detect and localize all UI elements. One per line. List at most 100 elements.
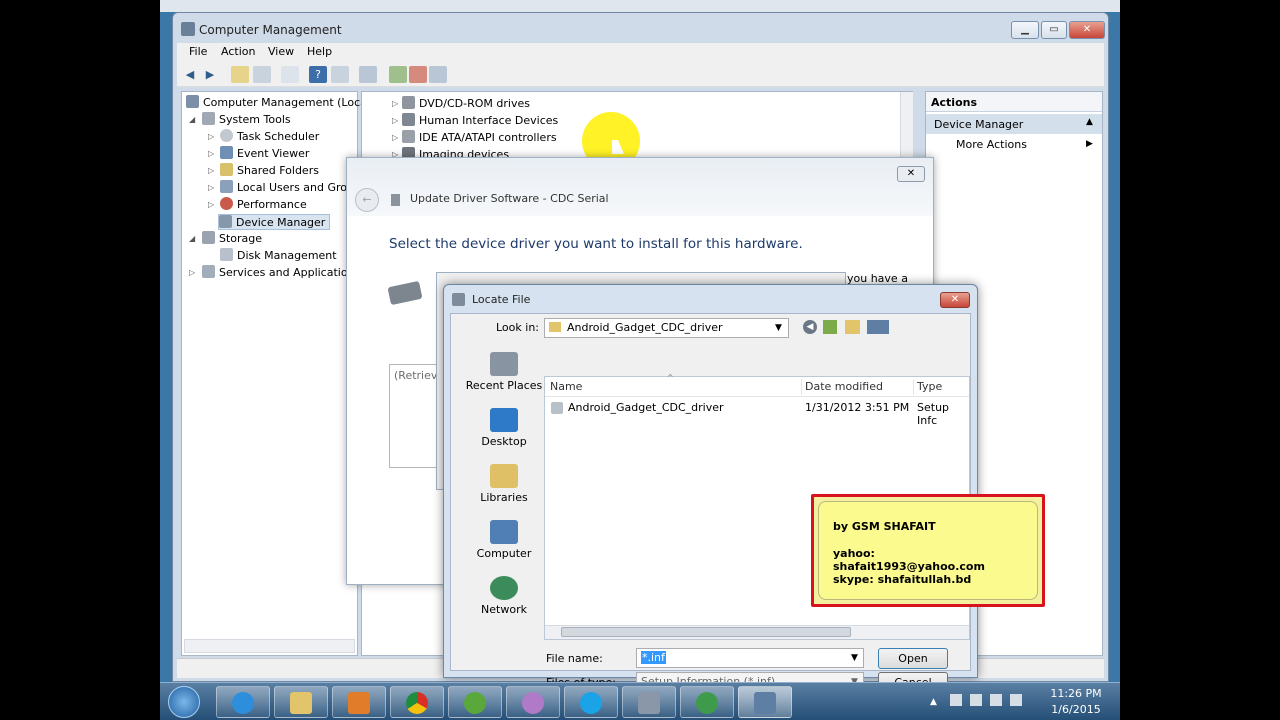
- back-arrow-icon[interactable]: ◀: [181, 66, 199, 83]
- taskbar: ▲: [160, 682, 1120, 720]
- tree-item[interactable]: Task Scheduler: [220, 129, 319, 145]
- menu-action[interactable]: Action: [221, 45, 255, 58]
- horizontal-scrollbar[interactable]: [545, 625, 969, 639]
- device-category[interactable]: IDE ATA/ATAPI controllers: [402, 130, 557, 146]
- file-name-input[interactable]: *.inf ▼: [636, 648, 864, 668]
- services-icon: [202, 265, 215, 278]
- tree-item[interactable]: Performance: [220, 197, 307, 213]
- open-button[interactable]: Open: [878, 648, 948, 669]
- device-category[interactable]: Human Interface Devices: [402, 113, 558, 129]
- menu-file[interactable]: File: [189, 45, 207, 58]
- place-desktop[interactable]: Desktop: [459, 408, 549, 448]
- sort-ascending-icon: ^: [667, 373, 674, 382]
- file-row[interactable]: Android_Gadget_CDC_driver 1/31/2012 3:51…: [545, 399, 969, 427]
- volume-icon[interactable]: [1010, 694, 1022, 706]
- view-icon[interactable]: [331, 66, 349, 83]
- column-name[interactable]: Name: [550, 377, 582, 397]
- properties-icon[interactable]: [281, 66, 299, 83]
- usb-plug-icon: [387, 280, 423, 306]
- model-list[interactable]: (Retrievi: [389, 364, 441, 468]
- show-hidden-icons-icon[interactable]: ▲: [930, 697, 937, 707]
- collapse-arrow-icon[interactable]: ▷: [208, 166, 214, 175]
- start-button[interactable]: [168, 686, 200, 718]
- taskbar-internet-download-manager[interactable]: [680, 686, 734, 718]
- note-line-author: by GSM SHAFAIT: [833, 520, 936, 533]
- more-actions-item[interactable]: More Actions ▶: [956, 138, 1102, 154]
- new-folder-icon[interactable]: [845, 320, 860, 334]
- update-driver-icon[interactable]: [389, 66, 407, 83]
- collapse-arrow-icon[interactable]: ▷: [392, 99, 398, 108]
- file-date: 1/31/2012 3:51 PM: [805, 401, 910, 414]
- menu-help[interactable]: Help: [307, 45, 332, 58]
- dialog-close-button[interactable]: ✕: [897, 166, 925, 182]
- tree-item-label: Task Scheduler: [237, 130, 320, 143]
- tree-item[interactable]: Event Viewer: [220, 146, 309, 162]
- tree-item[interactable]: Local Users and Group: [220, 180, 361, 196]
- up-folder-icon[interactable]: [231, 66, 249, 83]
- tree-item[interactable]: System Tools: [202, 112, 291, 128]
- tree-item[interactable]: Services and Applications: [202, 265, 360, 281]
- minimize-button[interactable]: ▁: [1011, 21, 1039, 39]
- taskbar-device-manager[interactable]: [738, 686, 792, 718]
- author-note-card: by GSM SHAFAIT yahoo: shafait1993@yahoo.…: [818, 501, 1038, 600]
- show-hide-tree-icon[interactable]: [253, 66, 271, 83]
- taskbar-file-explorer[interactable]: [274, 686, 328, 718]
- expand-arrow-icon[interactable]: ◢: [189, 234, 195, 243]
- tools-icon: [202, 112, 215, 125]
- horizontal-scrollbar[interactable]: [184, 639, 355, 653]
- collapse-arrow-icon[interactable]: ▷: [189, 268, 195, 277]
- taskbar-media-player[interactable]: [332, 686, 386, 718]
- collapse-arrow-icon[interactable]: ▷: [208, 149, 214, 158]
- tree-item-device-manager[interactable]: Device Manager: [218, 214, 331, 230]
- maximize-button[interactable]: ▭: [1041, 21, 1067, 39]
- expand-arrow-icon[interactable]: ◢: [189, 115, 195, 124]
- network-status-icon[interactable]: [990, 694, 1002, 706]
- back-icon[interactable]: ◀: [803, 320, 817, 334]
- place-label: Computer: [476, 547, 532, 560]
- close-button[interactable]: ✕: [1069, 21, 1105, 39]
- device-category[interactable]: DVD/CD-ROM drives: [402, 96, 530, 112]
- taskbar-internet-explorer[interactable]: [216, 686, 270, 718]
- place-libraries[interactable]: Libraries: [459, 464, 549, 504]
- actions-section-device-manager[interactable]: Device Manager ▲: [926, 114, 1102, 134]
- dialog-close-button[interactable]: ✕: [940, 292, 970, 308]
- taskbar-messenger[interactable]: [506, 686, 560, 718]
- up-folder-icon[interactable]: [823, 320, 837, 334]
- place-computer[interactable]: Computer: [459, 520, 549, 560]
- actions-header: Actions: [926, 92, 1102, 112]
- taskbar-skype[interactable]: [564, 686, 618, 718]
- place-network[interactable]: Network: [459, 576, 549, 616]
- place-label: Libraries: [480, 491, 528, 504]
- file-name-label: File name:: [546, 652, 603, 665]
- taskbar-chrome[interactable]: [390, 686, 444, 718]
- look-in-select[interactable]: Android_Gadget_CDC_driver ▼: [544, 318, 789, 338]
- collapse-arrow-icon[interactable]: ▷: [208, 200, 214, 209]
- collapse-arrow-icon[interactable]: ▷: [392, 116, 398, 125]
- taskbar-utorrent[interactable]: [448, 686, 502, 718]
- forward-arrow-icon[interactable]: ▶: [201, 66, 219, 83]
- back-button[interactable]: ←: [355, 188, 379, 212]
- dialog-header: ← Update Driver Software - CDC Serial ✕: [347, 158, 933, 216]
- tree-item[interactable]: Storage: [202, 231, 262, 247]
- collapse-arrow-icon[interactable]: ▷: [208, 183, 214, 192]
- help-icon[interactable]: ?: [309, 66, 327, 83]
- action-center-icon[interactable]: [950, 694, 962, 706]
- view-menu-icon[interactable]: [867, 320, 889, 334]
- column-type[interactable]: Type: [917, 377, 942, 397]
- menu-view[interactable]: View: [268, 45, 294, 58]
- scan-hardware-icon[interactable]: [359, 66, 377, 83]
- tree-item[interactable]: Computer Management (Local: [186, 95, 370, 111]
- power-icon[interactable]: [970, 694, 982, 706]
- collapse-arrow-icon[interactable]: ▷: [392, 133, 398, 142]
- tree-item[interactable]: Shared Folders: [220, 163, 319, 179]
- scroll-thumb[interactable]: [561, 627, 851, 637]
- uninstall-icon[interactable]: [409, 66, 427, 83]
- collapse-arrow-icon[interactable]: ▷: [208, 132, 214, 141]
- tree-item[interactable]: Disk Management: [220, 248, 337, 264]
- system-clock[interactable]: 11:26 PM 1/6/2015: [1046, 686, 1106, 718]
- column-date-modified[interactable]: Date modified: [805, 377, 883, 397]
- taskbar-computer-management[interactable]: [622, 686, 676, 718]
- place-recent-places[interactable]: Recent Places: [459, 352, 549, 392]
- disable-icon[interactable]: [429, 66, 447, 83]
- tree-item-label: Performance: [237, 198, 307, 211]
